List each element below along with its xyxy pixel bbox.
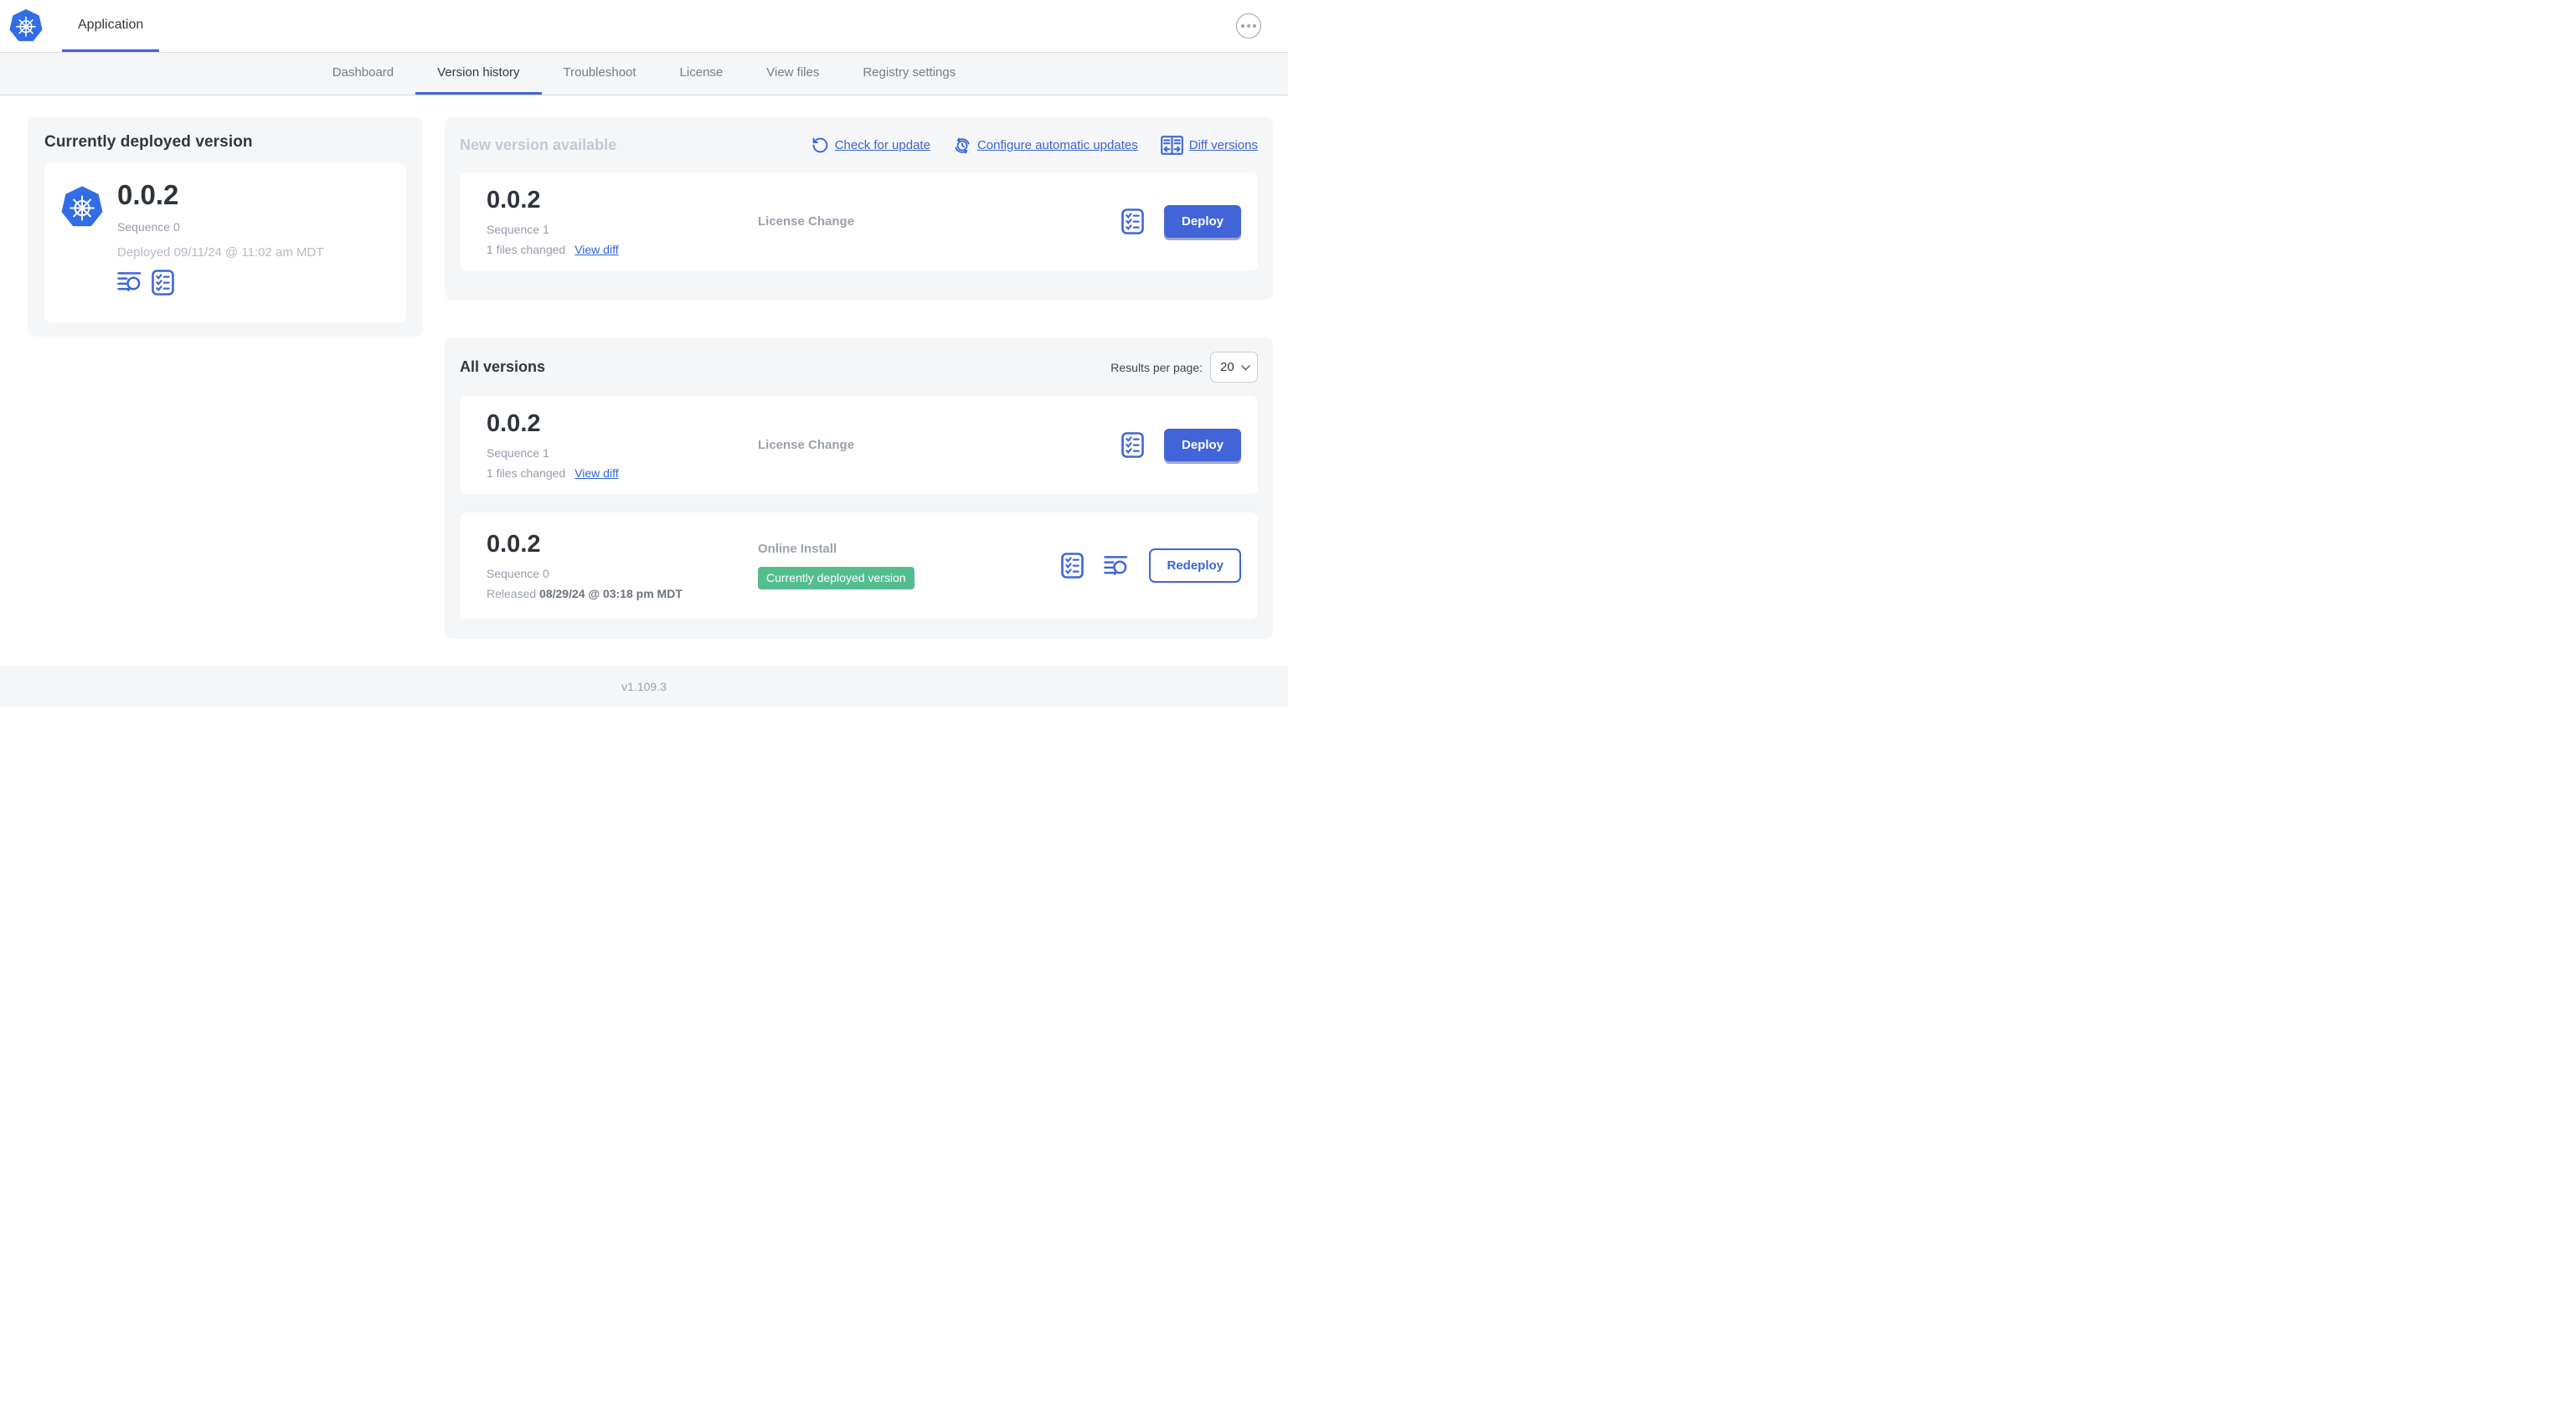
new-version-section: New version available Check for update C…	[445, 117, 1273, 300]
version-info: 0.0.2 Sequence 1 1 files changed View di…	[473, 410, 758, 479]
currently-deployed-card: 0.0.2 Sequence 0 Deployed 09/11/24 @ 11:…	[44, 163, 406, 322]
kubernetes-logo-icon	[9, 8, 43, 44]
ellipsis-menu-icon[interactable]	[1236, 13, 1261, 39]
results-per-page-label: Results per page:	[1110, 360, 1203, 374]
app-title: Application	[78, 17, 144, 32]
version-actions-links: Check for update Configure automatic upd…	[811, 136, 1258, 155]
version-info: 0.0.2 Sequence 0 Released 08/29/24 @ 03:…	[473, 531, 758, 599]
currently-deployed-badge: Currently deployed version	[758, 567, 914, 589]
new-version-title: New version available	[460, 136, 617, 153]
app-header: Application	[0, 0, 1288, 52]
change-type-label: License Change	[758, 438, 855, 452]
version-sequence: Sequence 0	[487, 566, 549, 580]
check-for-update-label: Check for update	[834, 138, 930, 152]
released-label: Released	[487, 586, 537, 600]
diff-versions-link[interactable]: Diff versions	[1160, 136, 1258, 155]
version-card-sequence-1: 0.0.2 Sequence 1 1 files changed View di…	[460, 396, 1258, 494]
new-version-card: 0.0.2 Sequence 1 1 files changed View di…	[460, 172, 1258, 270]
deployed-version-actions	[117, 270, 323, 296]
app-footer: v1.109.3	[0, 666, 1288, 707]
main-content: Currently deployed version 0.0.2 Sequenc…	[0, 95, 1288, 666]
ellipsis-dot	[1246, 23, 1251, 28]
tab-application[interactable]: Application	[62, 0, 160, 52]
all-versions-section: All versions Results per page: 20 0.0.2 …	[445, 337, 1273, 639]
ellipsis-dot	[1240, 23, 1245, 28]
currently-deployed-details: 0.0.2 Sequence 0 Deployed 09/11/24 @ 11:…	[117, 179, 323, 306]
version-card-actions: Deploy	[1121, 429, 1244, 461]
view-diff-link[interactable]: View diff	[574, 466, 618, 480]
preflight-checks-icon[interactable]	[1061, 553, 1084, 579]
files-changed-row: 1 files changed View diff	[487, 243, 758, 256]
tab-view-files[interactable]: View files	[744, 53, 841, 95]
configure-automatic-updates-link[interactable]: Configure automatic updates	[953, 136, 1138, 155]
deploy-logs-icon[interactable]	[117, 271, 142, 293]
tab-version-history[interactable]: Version history	[415, 53, 542, 95]
version-sequence: Sequence 1	[487, 222, 549, 236]
version-source: License Change	[758, 214, 1121, 229]
version-source: Online Install Currently deployed versio…	[758, 542, 1061, 589]
files-changed-label: 1 files changed	[487, 466, 566, 480]
version-history-page: Application Dashboard Version history Tr…	[0, 0, 1288, 708]
versions-column: New version available Check for update C…	[445, 117, 1273, 639]
clock-refresh-icon	[953, 136, 971, 155]
tab-troubleshoot[interactable]: Troubleshoot	[542, 53, 658, 95]
preflight-checks-icon[interactable]	[1121, 208, 1144, 234]
released-date: 08/29/24 @ 03:18 pm MDT	[539, 586, 683, 600]
deploy-button[interactable]: Deploy	[1163, 205, 1241, 238]
redeploy-button[interactable]: Redeploy	[1149, 548, 1241, 583]
tab-registry-settings[interactable]: Registry settings	[841, 53, 977, 95]
all-versions-header: All versions Results per page: 20	[460, 352, 1258, 383]
results-per-page: Results per page: 20	[1110, 352, 1258, 383]
results-per-page-select[interactable]: 20	[1210, 352, 1258, 383]
deploy-button[interactable]: Deploy	[1163, 429, 1241, 461]
version-card-sequence-0: 0.0.2 Sequence 0 Released 08/29/24 @ 03:…	[460, 512, 1258, 619]
released-timestamp: Released 08/29/24 @ 03:18 pm MDT	[487, 587, 758, 600]
check-for-update-link[interactable]: Check for update	[811, 136, 930, 154]
new-version-header: New version available Check for update C…	[460, 130, 1258, 161]
files-changed-row: 1 files changed View diff	[487, 466, 758, 480]
version-number: 0.0.2	[487, 410, 541, 438]
ellipsis-dot	[1252, 23, 1257, 28]
refresh-icon	[811, 136, 829, 154]
version-info: 0.0.2 Sequence 1 1 files changed View di…	[473, 187, 758, 255]
preflight-checks-icon[interactable]	[1121, 432, 1144, 458]
deployed-version-number: 0.0.2	[117, 179, 179, 210]
tab-dashboard[interactable]: Dashboard	[311, 53, 415, 95]
nav-tabs: Dashboard Version history Troubleshoot L…	[0, 52, 1288, 95]
deploy-logs-icon[interactable]	[1104, 555, 1129, 577]
install-type-label: Online Install	[758, 542, 837, 556]
diff-versions-label: Diff versions	[1188, 138, 1258, 152]
results-per-page-value: 20	[1220, 360, 1234, 374]
version-number: 0.0.2	[487, 531, 541, 558]
version-card-actions: Redeploy	[1061, 548, 1244, 583]
kubernetes-logo-icon	[61, 184, 103, 230]
deployed-sequence: Sequence 0	[117, 219, 180, 234]
version-number: 0.0.2	[487, 187, 541, 214]
view-diff-link[interactable]: View diff	[574, 243, 618, 256]
version-source: License Change	[758, 438, 1121, 452]
all-versions-title: All versions	[460, 358, 546, 375]
preflight-checks-icon[interactable]	[152, 270, 174, 296]
version-card-actions: Deploy	[1121, 205, 1244, 238]
files-changed-label: 1 files changed	[487, 242, 566, 256]
version-sequence: Sequence 1	[487, 445, 549, 460]
diff-icon	[1160, 136, 1183, 155]
deployed-timestamp: Deployed 09/11/24 @ 11:02 am MDT	[117, 244, 324, 260]
chevron-down-icon	[1241, 360, 1250, 374]
tab-license[interactable]: License	[658, 53, 745, 95]
change-type-label: License Change	[758, 214, 855, 229]
configure-automatic-updates-label: Configure automatic updates	[976, 138, 1138, 152]
console-version: v1.109.3	[621, 679, 667, 693]
currently-deployed-panel: Currently deployed version 0.0.2 Sequenc…	[28, 117, 423, 337]
currently-deployed-title: Currently deployed version	[44, 133, 253, 151]
